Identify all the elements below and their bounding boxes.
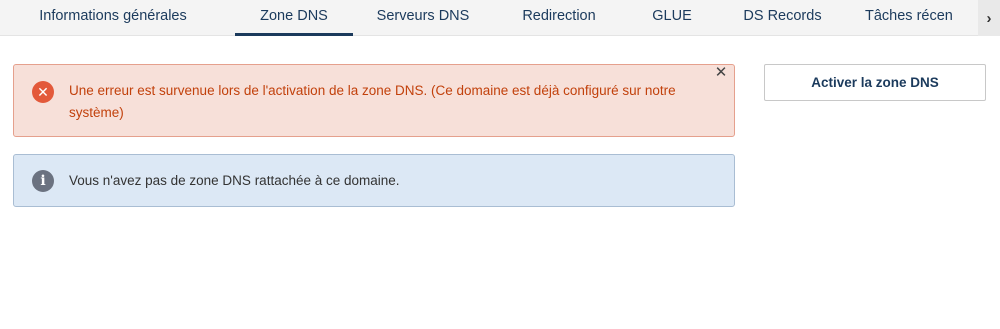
info-alert-message: Vous n'avez pas de zone DNS rattachée à …	[69, 173, 400, 188]
tab-ds-records[interactable]: DS Records	[719, 0, 846, 36]
activate-dns-zone-button[interactable]: Activer la zone DNS	[764, 64, 986, 101]
chevron-right-icon: ›	[986, 9, 992, 27]
info-icon: i	[32, 170, 54, 192]
error-alert: ✕ Une erreur est survenue lors de l'acti…	[13, 64, 735, 137]
tab-glue[interactable]: GLUE	[625, 0, 719, 36]
tab-informations-generales[interactable]: Informations générales	[0, 0, 226, 36]
error-x-icon: ✕	[32, 81, 54, 103]
tab-zone-dns[interactable]: Zone DNS	[235, 0, 353, 36]
tabs: Informations générales Zone DNS Serveurs…	[0, 0, 978, 36]
close-icon[interactable]: ✕	[714, 65, 728, 80]
tab-bar: Informations générales Zone DNS Serveurs…	[0, 0, 1000, 36]
tab-scroll-right-button[interactable]: ›	[978, 0, 1000, 36]
tab-serveurs-dns[interactable]: Serveurs DNS	[353, 0, 493, 36]
error-alert-message: Une erreur est survenue lors de l'activa…	[69, 83, 676, 120]
tab-taches-recentes[interactable]: Tâches récen	[846, 0, 978, 36]
info-alert: i Vous n'avez pas de zone DNS rattachée …	[13, 154, 735, 207]
tab-redirection[interactable]: Redirection	[493, 0, 625, 36]
